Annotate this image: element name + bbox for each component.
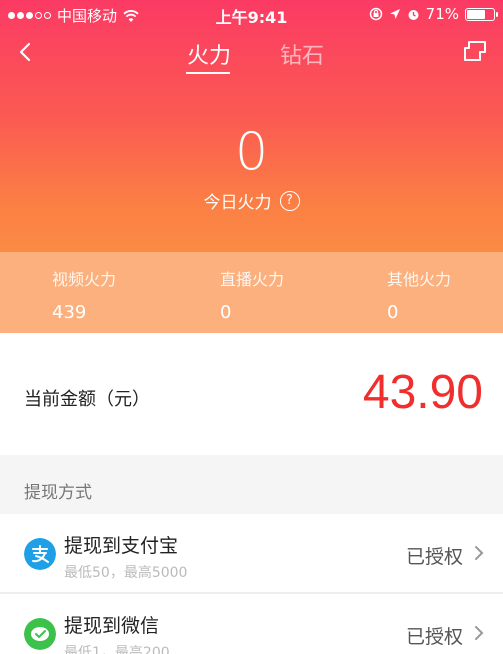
stat-live: 直播火力 0 xyxy=(220,266,284,323)
nav-bar: 火力 钻石 xyxy=(0,30,503,76)
method-desc: 最低50，最高5000 xyxy=(64,565,188,581)
withdraw-alipay-row[interactable]: 提现到支付宝 最低50，最高5000 已授权 xyxy=(0,514,503,592)
method-name: 提现到微信 xyxy=(64,615,160,637)
stat-other: 其他火力 0 xyxy=(387,266,451,323)
stat-label: 直播火力 xyxy=(220,270,285,289)
stat-value: 0 xyxy=(387,302,399,323)
withdraw-section-title: 提现方式 xyxy=(24,483,92,503)
balance-label: 当前金额（元） xyxy=(24,389,150,410)
status-bar: 中国移动 上午9:41 71% xyxy=(0,0,503,28)
battery-percent: 71% xyxy=(425,5,459,23)
tab-zuanshi[interactable]: 钻石 xyxy=(280,38,324,70)
withdraw-wechat-row[interactable]: 提现到微信 最低1，最高200 已授权 xyxy=(0,594,503,654)
stat-value: 439 xyxy=(52,302,87,323)
stat-label: 其他火力 xyxy=(387,270,452,289)
back-icon[interactable] xyxy=(14,40,38,64)
method-status: 已授权 xyxy=(405,626,463,648)
balance-value: 43.90 xyxy=(362,366,483,419)
method-status: 已授权 xyxy=(405,546,463,568)
help-icon[interactable]: ? xyxy=(279,190,300,211)
tab-underline xyxy=(186,72,230,74)
rotation-lock-icon xyxy=(369,7,382,21)
today-label: 今日火力 xyxy=(203,193,272,213)
method-name: 提现到支付宝 xyxy=(64,535,179,557)
battery-fill xyxy=(467,9,486,19)
today-value: 0 xyxy=(234,122,269,182)
chevron-right-icon xyxy=(475,626,484,640)
alipay-icon xyxy=(24,538,56,570)
alarm-icon xyxy=(408,9,419,20)
tab-huoli[interactable]: 火力 xyxy=(187,38,231,70)
stat-value: 0 xyxy=(220,302,232,323)
stat-video: 视频火力 439 xyxy=(52,266,116,323)
today-row: 今日火力 ? xyxy=(0,188,503,213)
status-right: 71% xyxy=(369,5,498,23)
battery-icon xyxy=(465,7,498,21)
location-icon xyxy=(389,9,400,19)
balance-card: 当前金额（元） 43.90 xyxy=(0,333,503,455)
chevron-right-icon xyxy=(475,546,484,560)
wechat-icon xyxy=(24,618,56,650)
share-icon[interactable] xyxy=(461,38,489,64)
method-desc: 最低1，最高200 xyxy=(64,645,170,654)
stat-label: 视频火力 xyxy=(52,270,117,289)
